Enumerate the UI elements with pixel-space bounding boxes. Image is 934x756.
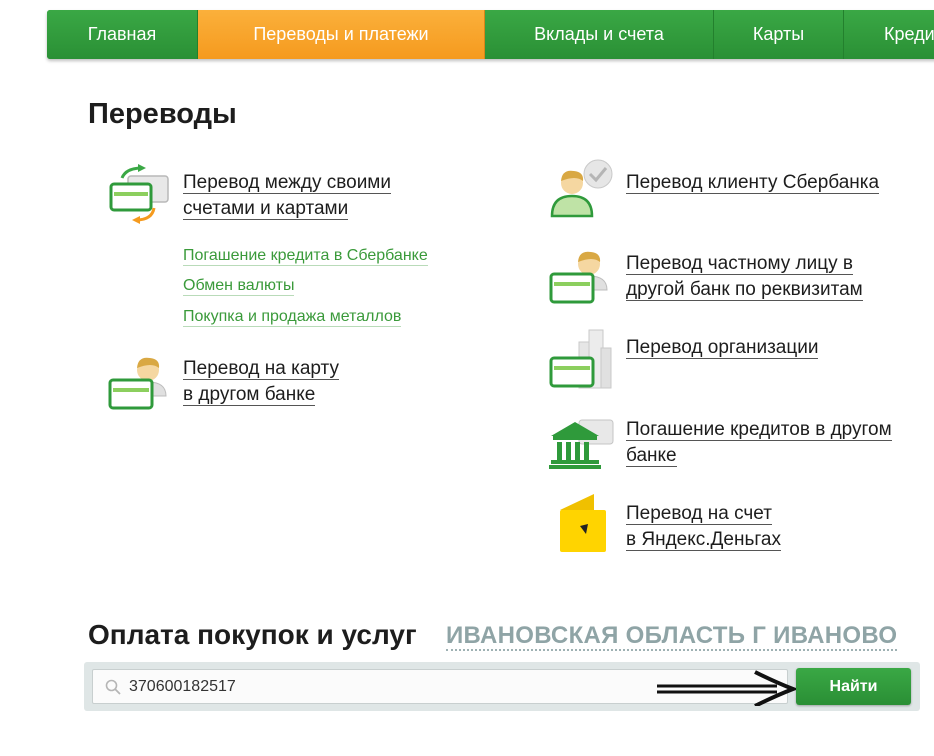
link-currency-exchange[interactable]: Обмен валюты <box>183 276 295 296</box>
nav-home[interactable]: Главная <box>47 10 198 59</box>
nav-deposits-accounts[interactable]: Вклады и счета <box>485 10 714 59</box>
find-button[interactable]: Найти <box>796 668 911 705</box>
sber-client-icon <box>550 159 613 218</box>
link-yandex-money[interactable]: Перевод на счет в Яндекс.Деньгах <box>626 501 781 553</box>
organization-icon <box>549 329 612 389</box>
link-metals[interactable]: Покупка и продажа металлов <box>183 307 402 327</box>
search-icon <box>105 679 121 695</box>
nav-credits[interactable]: Креди <box>844 10 934 59</box>
yandex-wallet-icon <box>560 494 606 552</box>
nav-cards[interactable]: Карты <box>714 10 844 59</box>
arrow-annotation <box>657 670 797 706</box>
nav-transfers-payments[interactable]: Переводы и платежи <box>198 10 485 59</box>
link-sber-credit-repayment[interactable]: Погашение кредита в Сбербанке <box>183 246 428 266</box>
region-selector[interactable]: ИВАНОВСКАЯ ОБЛАСТЬ Г ИВАНОВО <box>446 623 898 651</box>
transfers-title: Переводы <box>88 98 237 130</box>
main-nav: Главная Переводы и платежи Вклады и счет… <box>47 10 934 59</box>
link-other-bank-credit[interactable]: Погашение кредитов в другом банке <box>626 417 892 469</box>
person-card-icon <box>549 251 608 304</box>
link-card-other-bank[interactable]: Перевод на карту в другом банке <box>183 356 339 408</box>
cards-exchange-icon <box>109 164 169 224</box>
link-own-accounts[interactable]: Перевод между своими счетами и картами <box>183 170 391 222</box>
link-organization[interactable]: Перевод организации <box>626 335 819 361</box>
payments-title: Оплата покупок и услуг <box>88 619 417 650</box>
link-private-person-other-bank[interactable]: Перевод частному лицу в другой банк по ре… <box>626 251 863 303</box>
link-sber-client[interactable]: Перевод клиенту Сбербанка <box>626 170 880 196</box>
bank-building-icon <box>549 419 614 469</box>
person-card-icon <box>108 357 167 410</box>
